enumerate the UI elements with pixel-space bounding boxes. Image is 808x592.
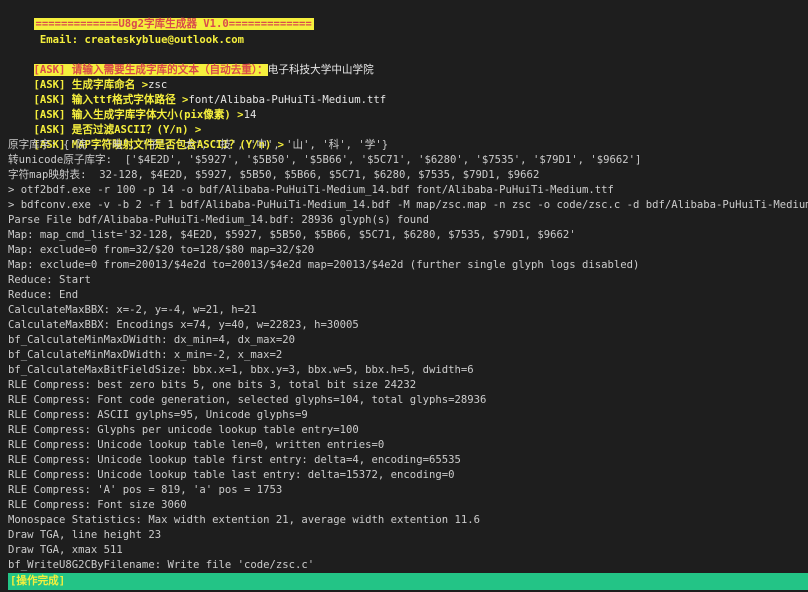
output-line: RLE Compress: Unicode lookup table len=0… [8,439,385,451]
email-line: Email: createskyblue@outlook.com [8,18,244,46]
output-line: Parse File bdf/Alibaba-PuHuiTi-Medium_14… [8,214,429,226]
output-line: Map: map_cmd_list='32-128, $4E2D, $5927,… [8,229,576,241]
output-line: > otf2bdf.exe -r 100 -p 14 -o bdf/Alibab… [8,184,614,196]
output-line: RLE Compress: best zero bits 5, one bits… [8,379,417,391]
output-line: bf_CalculateMinMaxDWidth: x_min=-2, x_ma… [8,349,283,361]
output-line: Draw TGA, line height 23 [8,529,162,541]
output-line: RLE Compress: ASCII gylphs=95, Unicode g… [8,409,308,421]
prompt-line: [ASK] 输入ttf格式字体路径 >font/Alibaba-PuHuiTi-… [8,78,387,106]
output-line: Map: exclude=0 from=20013/$4e2d to=20013… [8,259,640,271]
output-line: bf_CalculateMinMaxDWidth: dx_min=4, dx_m… [8,334,296,346]
prompt-line: [ASK] MAP字符映射文件是否包含ASCII？(Y/n) > [8,123,284,151]
output-line: 转unicode原子库字: ['$4E2D', '$5927', '$5B50'… [8,154,642,166]
prompt-line: [ASK] 生成字库命名 >zsc [8,63,168,91]
output-line: CalculateMaxBBX: Encodings x=74, y=40, w… [8,319,359,331]
prompt-answer: 电子科技大学中山学院 [267,64,374,76]
output-line: Map: exclude=0 from=32/$20 to=128/$80 ma… [8,244,315,256]
output-line: CalculateMaxBBX: x=-2, y=-4, w=21, h=21 [8,304,257,316]
output-line: Reduce: End [8,289,79,301]
output-line: RLE Compress: Unicode lookup table first… [8,454,461,466]
output-line: RLE Compress: Font size 3060 [8,499,187,511]
author-email: Email: createskyblue@outlook.com [33,34,244,46]
output-line: 原字库字: {'院', '电', '子', '大', '技', '中', '山'… [8,139,389,151]
output-line: bf_WriteU8G2CByFilename: Write file 'cod… [8,559,315,571]
operation-complete-status: [操作完成] [8,573,808,590]
output-line: bf_CalculateMaxBitFieldSize: bbx.x=1, bb… [8,364,474,376]
prompt-answer: 14 [243,109,257,121]
banner-line: =============U8g2字库生成器 V1.0============= [8,2,314,30]
output-line: RLE Compress: Unicode lookup table last … [8,469,455,481]
output-line: RLE Compress: Glyphs per unicode lookup … [8,424,359,436]
output-line: RLE Compress: Font code generation, sele… [8,394,487,406]
output-line: Monospace Statistics: Max width extentio… [8,514,480,526]
prompt-line: [ASK] 请输入需要生成字库的文本（自动去重）：电子科技大学中山学院 [8,48,374,76]
terminal-window[interactable]: =============U8g2字库生成器 V1.0=============… [0,0,808,592]
output-line: Draw TGA, xmax 511 [8,544,123,556]
output-line: > bdfconv.exe -v -b 2 -f 1 bdf/Alibaba-P… [8,199,808,211]
output-line: RLE Compress: 'A' pos = 819, 'a' pos = 1… [8,484,283,496]
prompt-line: [ASK] 是否过滤ASCII？(Y/n) > [8,108,202,136]
output-line: Reduce: Start [8,274,91,286]
output-line: 字符map映射表: 32-128, $4E2D, $5927, $5B50, $… [8,169,540,181]
prompt-line: [ASK] 输入生成字库字体大小(pix像素) >14 [8,93,257,121]
